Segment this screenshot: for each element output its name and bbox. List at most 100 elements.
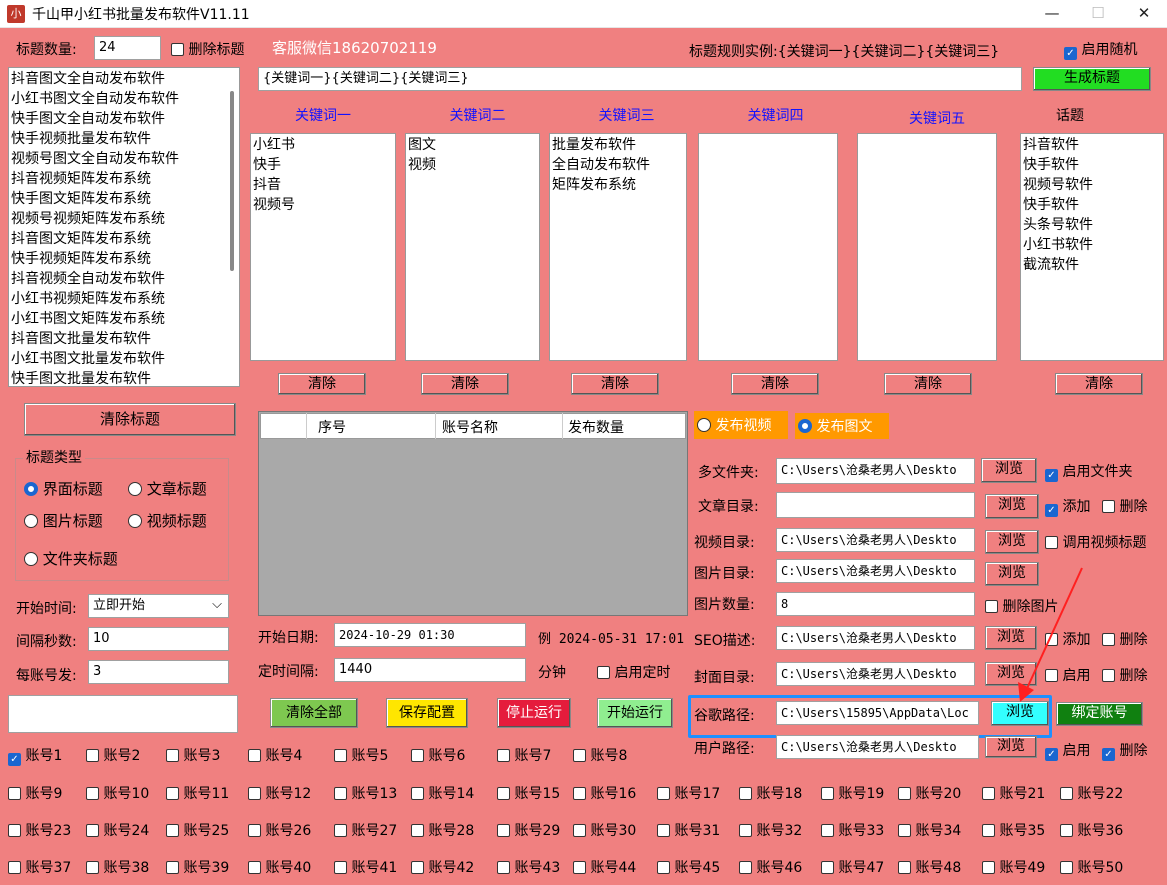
account-checkbox[interactable]: 账号26 xyxy=(248,820,311,840)
title-list-item[interactable]: 快手图文矩阵发布系统 xyxy=(11,189,237,209)
checkbox-box[interactable] xyxy=(171,43,184,56)
account-checkbox[interactable]: 账号46 xyxy=(739,857,802,877)
account-checkbox[interactable]: 账号34 xyxy=(898,820,961,840)
checkbox-box[interactable] xyxy=(1102,500,1115,513)
keyword-item[interactable]: 快手 xyxy=(253,155,393,175)
checkbox-box[interactable] xyxy=(657,861,670,874)
checkbox-box[interactable] xyxy=(1060,861,1073,874)
keyword-item[interactable]: 快手软件 xyxy=(1023,195,1161,215)
checkbox-box[interactable] xyxy=(573,824,586,837)
use-video-title-checkbox[interactable]: 调用视频标题 xyxy=(1045,532,1146,552)
account-checkbox[interactable]: 账号25 xyxy=(166,820,229,840)
title-list-item[interactable]: 快手图文全自动发布软件 xyxy=(11,109,237,129)
checkbox-box[interactable] xyxy=(573,861,586,874)
bind-account-button[interactable]: 绑定账号 xyxy=(1056,702,1143,726)
checkbox-box[interactable] xyxy=(821,787,834,800)
checkbox-box[interactable] xyxy=(497,861,510,874)
account-checkbox[interactable]: 账号31 xyxy=(657,820,720,840)
title-list-item[interactable]: 小红书图文批量发布软件 xyxy=(11,349,237,369)
account-checkbox[interactable]: 账号33 xyxy=(821,820,884,840)
checkbox-box[interactable] xyxy=(898,824,911,837)
clear-all-button[interactable]: 清除全部 xyxy=(270,698,358,728)
account-checkbox[interactable]: 账号10 xyxy=(86,783,149,803)
keyword-item[interactable]: 头条号软件 xyxy=(1023,215,1161,235)
column-header-index[interactable]: 序号 xyxy=(318,417,346,437)
stop-button[interactable]: 停止运行 xyxy=(497,698,571,728)
account-checkbox[interactable]: 账号12 xyxy=(248,783,311,803)
checkbox-box[interactable] xyxy=(657,787,670,800)
checkbox-box[interactable] xyxy=(739,861,752,874)
checkbox-box[interactable] xyxy=(86,787,99,800)
account-checkbox[interactable]: 账号5 xyxy=(334,745,388,765)
checkbox-box[interactable] xyxy=(657,824,670,837)
article-dir-input[interactable] xyxy=(776,492,975,518)
account-checkbox[interactable]: 账号28 xyxy=(411,820,474,840)
start-date-input[interactable]: 2024-10-29 01:30 xyxy=(334,623,526,647)
radio-dot[interactable] xyxy=(24,514,38,528)
checkbox-box[interactable] xyxy=(597,666,610,679)
checkbox-box[interactable] xyxy=(1102,633,1115,646)
video-dir-input[interactable]: C:\Users\沧桑老男人\Deskto xyxy=(776,528,975,552)
keyword-item[interactable]: 抖音软件 xyxy=(1023,135,1161,155)
checkbox-box[interactable]: ✓ xyxy=(1102,748,1115,761)
start-time-select[interactable]: 立即开始 ⌵ xyxy=(88,594,229,618)
checkbox-box[interactable] xyxy=(86,861,99,874)
checkbox-box[interactable] xyxy=(8,861,21,874)
account-checkbox[interactable]: 账号20 xyxy=(898,783,961,803)
checkbox-box[interactable] xyxy=(497,787,510,800)
keyword-item[interactable]: 全自动发布软件 xyxy=(552,155,684,175)
title-list-item[interactable]: 快手图文批量发布软件 xyxy=(11,369,237,386)
checkbox-box[interactable] xyxy=(8,787,21,800)
keyword-item[interactable]: 小红书 xyxy=(253,135,393,155)
publish-video-radio[interactable]: 发布视频 xyxy=(694,411,788,439)
account-checkbox[interactable]: ✓ 账号1 xyxy=(8,745,62,766)
timer-interval-input[interactable]: 1440 xyxy=(334,658,526,682)
title-list-item[interactable]: 视频号视频矩阵发布系统 xyxy=(11,209,237,229)
per-account-input[interactable]: 3 xyxy=(88,660,229,684)
column-header-publish-count[interactable]: 发布数量 xyxy=(568,417,624,437)
account-checkbox[interactable]: 账号13 xyxy=(334,783,397,803)
multi-folder-input[interactable]: C:\Users\沧桑老男人\Deskto xyxy=(776,458,975,484)
account-checkbox[interactable]: 账号7 xyxy=(497,745,551,765)
generate-title-button[interactable]: 生成标题 xyxy=(1033,67,1151,91)
user-delete-checkbox[interactable]: ✓ 删除 xyxy=(1102,740,1147,761)
account-checkbox[interactable]: 账号42 xyxy=(411,857,474,877)
checkbox-box[interactable] xyxy=(166,749,179,762)
image-count-input[interactable]: 8 xyxy=(776,592,975,616)
account-checkbox[interactable]: 账号6 xyxy=(411,745,465,765)
cover-dir-input[interactable]: C:\Users\沧桑老男人\Deskto xyxy=(776,662,975,686)
cover-delete-checkbox[interactable]: 删除 xyxy=(1102,665,1147,685)
checkbox-box[interactable] xyxy=(573,749,586,762)
enable-folder-checkbox[interactable]: ✓ 启用文件夹 xyxy=(1045,461,1132,482)
account-checkbox[interactable]: 账号16 xyxy=(573,783,636,803)
title-type-radio[interactable]: 视频标题 xyxy=(128,510,207,531)
account-checkbox[interactable]: 账号37 xyxy=(8,857,71,877)
keyword-listbox[interactable] xyxy=(857,133,997,361)
checkbox-box[interactable] xyxy=(898,861,911,874)
title-list-item[interactable]: 抖音视频全自动发布软件 xyxy=(11,269,237,289)
checkbox-box[interactable] xyxy=(1102,669,1115,682)
checkbox-box[interactable] xyxy=(411,787,424,800)
checkbox-box[interactable] xyxy=(166,787,179,800)
checkbox-box[interactable] xyxy=(497,824,510,837)
account-checkbox[interactable]: 账号29 xyxy=(497,820,560,840)
title-type-radio[interactable]: 图片标题 xyxy=(24,510,103,531)
radio-dot[interactable] xyxy=(128,482,142,496)
radio-dot[interactable] xyxy=(697,418,711,432)
checkbox-box[interactable] xyxy=(739,787,752,800)
title-type-radio[interactable]: 文件夹标题 xyxy=(24,548,118,569)
account-checkbox[interactable]: 账号47 xyxy=(821,857,884,877)
title-list-item[interactable]: 快手视频矩阵发布系统 xyxy=(11,249,237,269)
title-list-item[interactable]: 小红书图文全自动发布软件 xyxy=(11,89,237,109)
checkbox-box[interactable] xyxy=(86,749,99,762)
clear-keyword-button[interactable]: 清除 xyxy=(1055,373,1143,395)
account-checkbox[interactable]: 账号4 xyxy=(248,745,302,765)
account-checkbox[interactable]: 账号9 xyxy=(8,783,62,803)
keyword-listbox[interactable] xyxy=(698,133,838,361)
checkbox-box[interactable] xyxy=(334,787,347,800)
keyword-item[interactable]: 视频 xyxy=(408,155,537,175)
checkbox-box[interactable] xyxy=(166,824,179,837)
title-type-radio[interactable]: 文章标题 xyxy=(128,478,207,499)
checkbox-box[interactable] xyxy=(334,861,347,874)
browse-article-dir-button[interactable]: 浏览 xyxy=(985,494,1039,519)
